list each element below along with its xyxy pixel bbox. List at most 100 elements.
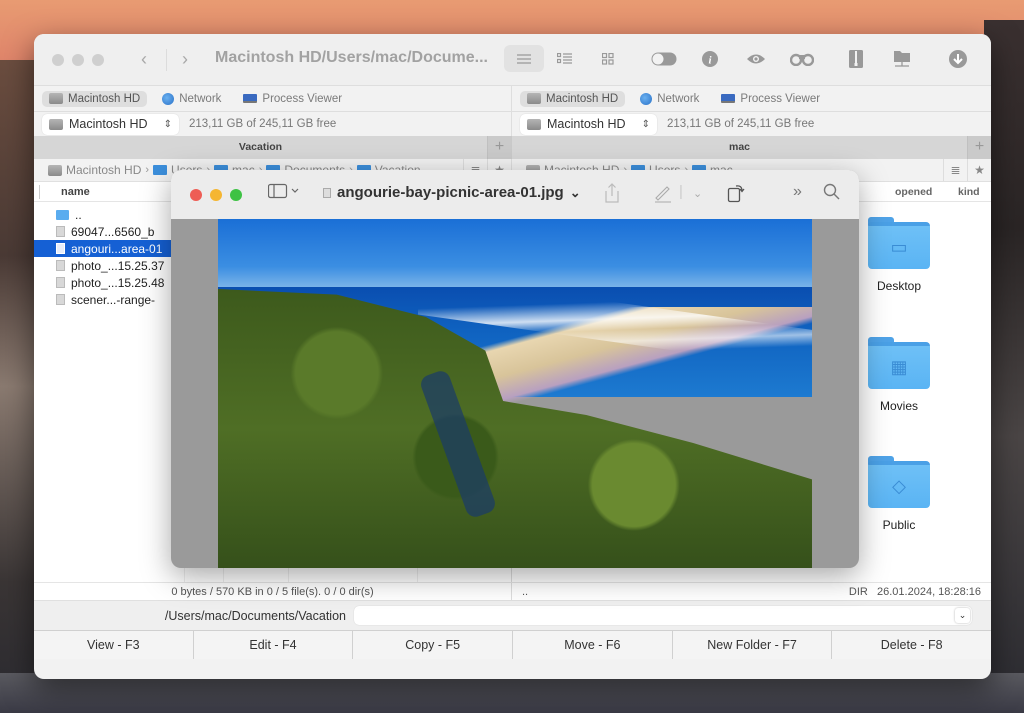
folder-label: Desktop xyxy=(876,279,922,293)
hard-drive-icon xyxy=(527,118,541,130)
right-tab-process-viewer[interactable]: Process Viewer xyxy=(714,91,827,107)
history-dropdown-icon[interactable]: ⌄ xyxy=(955,608,970,623)
left-drive-bar: Macintosh HD ⇕ 213,11 GB of 245,11 GB fr… xyxy=(34,112,512,136)
crumb-label: Macintosh HD xyxy=(66,163,142,177)
grid-view-icon[interactable] xyxy=(588,45,628,72)
zoom-button[interactable] xyxy=(92,53,104,66)
archive-icon[interactable] xyxy=(836,45,876,72)
right-pane-title[interactable]: mac xyxy=(512,136,967,159)
folder-movies[interactable]: ▦ Movies xyxy=(859,337,939,413)
delete-button[interactable]: Delete - F8 xyxy=(832,631,991,659)
rotate-icon[interactable] xyxy=(727,183,745,207)
column-divider xyxy=(39,185,40,199)
edit-button[interactable]: Edit - F4 xyxy=(193,631,354,659)
status-item-name: .. xyxy=(522,586,529,598)
preview-image xyxy=(218,219,812,568)
tab-label: Macintosh HD xyxy=(68,92,141,105)
command-line-row: /Users/mac/Documents/Vacation ⌄ xyxy=(34,600,991,630)
eye-icon[interactable] xyxy=(736,45,776,72)
updown-chevron-icon: ⇕ xyxy=(641,118,650,130)
left-pane-title[interactable]: Vacation xyxy=(34,136,487,159)
nav-divider xyxy=(166,48,167,71)
right-drive-bar: Macintosh HD ⇕ 213,11 GB of 245,11 GB fr… xyxy=(512,112,991,136)
list-menu-icon[interactable]: ≣ xyxy=(943,159,967,181)
list-view-icon[interactable] xyxy=(504,45,544,72)
image-file-icon xyxy=(56,260,65,271)
title-bar: ‹ › Macintosh HD/Users/mac/Docume... i xyxy=(34,34,991,85)
right-tab-network[interactable]: Network xyxy=(633,91,706,107)
right-pane-header: mac + xyxy=(512,136,991,159)
file-name: 69047...6560_b xyxy=(71,224,155,239)
drive-label: Macintosh HD xyxy=(69,117,148,131)
chevron-right-icon: › xyxy=(145,164,150,176)
hard-drive-icon xyxy=(527,93,541,104)
command-input[interactable]: ⌄ xyxy=(354,606,972,625)
pane-header-row: Vacation + mac + xyxy=(34,136,991,159)
move-button[interactable]: Move - F6 xyxy=(513,631,673,659)
desktop-wallpaper-bottom xyxy=(0,673,1024,713)
forward-button[interactable]: › xyxy=(175,49,195,70)
kind-column-header[interactable]: kind xyxy=(958,186,980,198)
preview-title[interactable]: angourie-bay-picnic-area-01.jpg ⌄ xyxy=(323,184,581,201)
folder-public[interactable]: ◇ Public xyxy=(859,456,939,532)
left-tab-process-viewer[interactable]: Process Viewer xyxy=(236,91,349,107)
desktop-folder-icon: ▭ xyxy=(868,217,930,269)
sidebar-toggle-icon[interactable] xyxy=(267,183,300,203)
updown-chevron-icon: ⇕ xyxy=(163,118,172,130)
status-date: 26.01.2024, 18:28:16 xyxy=(877,586,981,598)
image-sky xyxy=(218,219,812,287)
detail-view-icon[interactable] xyxy=(544,45,584,72)
search-icon[interactable] xyxy=(823,183,841,205)
divider: | xyxy=(679,183,683,200)
right-tab-macintosh-hd[interactable]: Macintosh HD xyxy=(520,90,626,107)
favorites-star-icon[interactable]: ★ xyxy=(967,159,991,181)
right-add-tab-button[interactable]: + xyxy=(967,136,991,159)
right-drive-select[interactable]: Macintosh HD ⇕ xyxy=(520,113,657,135)
left-pane-header: Vacation + xyxy=(34,136,512,159)
tab-label: Process Viewer xyxy=(262,92,343,105)
opened-column-header[interactable]: opened xyxy=(895,186,932,198)
more-tools-icon[interactable]: » xyxy=(793,183,802,201)
image-file-icon xyxy=(323,187,331,198)
close-button[interactable] xyxy=(52,53,64,66)
folder-desktop[interactable]: ▭ Desktop xyxy=(859,217,939,293)
minimize-button[interactable] xyxy=(72,53,84,66)
download-icon[interactable] xyxy=(938,45,978,72)
name-column-header[interactable]: name xyxy=(61,186,90,198)
toggle-icon[interactable] xyxy=(644,45,684,72)
image-file-icon xyxy=(56,243,65,254)
folder-label: Movies xyxy=(879,399,918,413)
command-path: /Users/mac/Documents/Vacation xyxy=(164,608,346,623)
preview-filename: angourie-bay-picnic-area-01.jpg xyxy=(337,184,564,201)
share-icon[interactable] xyxy=(604,183,620,207)
preview-minimize-button[interactable] xyxy=(210,188,222,201)
status-item-info: DIR 26.01.2024, 18:28:16 xyxy=(849,583,981,600)
preview-zoom-button[interactable] xyxy=(230,188,242,201)
tab-label: Macintosh HD xyxy=(546,92,619,105)
markup-dropdown-icon[interactable]: ⌄ xyxy=(693,187,702,200)
hard-drive-icon xyxy=(49,93,63,104)
breadcrumb-item[interactable]: Macintosh HD› xyxy=(48,163,149,177)
folder-icon xyxy=(56,209,69,220)
right-drive-tabs: Macintosh HD Network Process Viewer xyxy=(512,86,991,111)
info-icon[interactable]: i xyxy=(690,45,730,72)
left-drive-select[interactable]: Macintosh HD ⇕ xyxy=(42,113,179,135)
preview-toolbar: angourie-bay-picnic-area-01.jpg ⌄ | ⌄ » xyxy=(171,170,859,219)
tab-label: Network xyxy=(179,92,222,105)
copy-button[interactable]: Copy - F5 xyxy=(353,631,514,659)
chevron-down-icon: ⌄ xyxy=(569,184,581,200)
view-button[interactable]: View - F3 xyxy=(34,631,194,659)
left-add-tab-button[interactable]: + xyxy=(487,136,511,159)
binoculars-icon[interactable] xyxy=(782,45,822,72)
file-name: photo_...15.25.48 xyxy=(71,275,165,290)
left-drive-tabs: Macintosh HD Network Process Viewer xyxy=(34,86,512,111)
back-button[interactable]: ‹ xyxy=(134,49,154,70)
left-tab-network[interactable]: Network xyxy=(155,91,228,107)
drive-tabs-row: Macintosh HD Network Process Viewer Maci… xyxy=(34,85,991,111)
public-folder-icon: ◇ xyxy=(868,456,930,508)
preview-close-button[interactable] xyxy=(190,188,202,201)
left-tab-macintosh-hd[interactable]: Macintosh HD xyxy=(42,90,148,107)
network-drive-icon[interactable] xyxy=(882,45,922,72)
markup-pen-icon[interactable] xyxy=(653,183,673,207)
new-folder-button[interactable]: New Folder - F7 xyxy=(672,631,833,659)
